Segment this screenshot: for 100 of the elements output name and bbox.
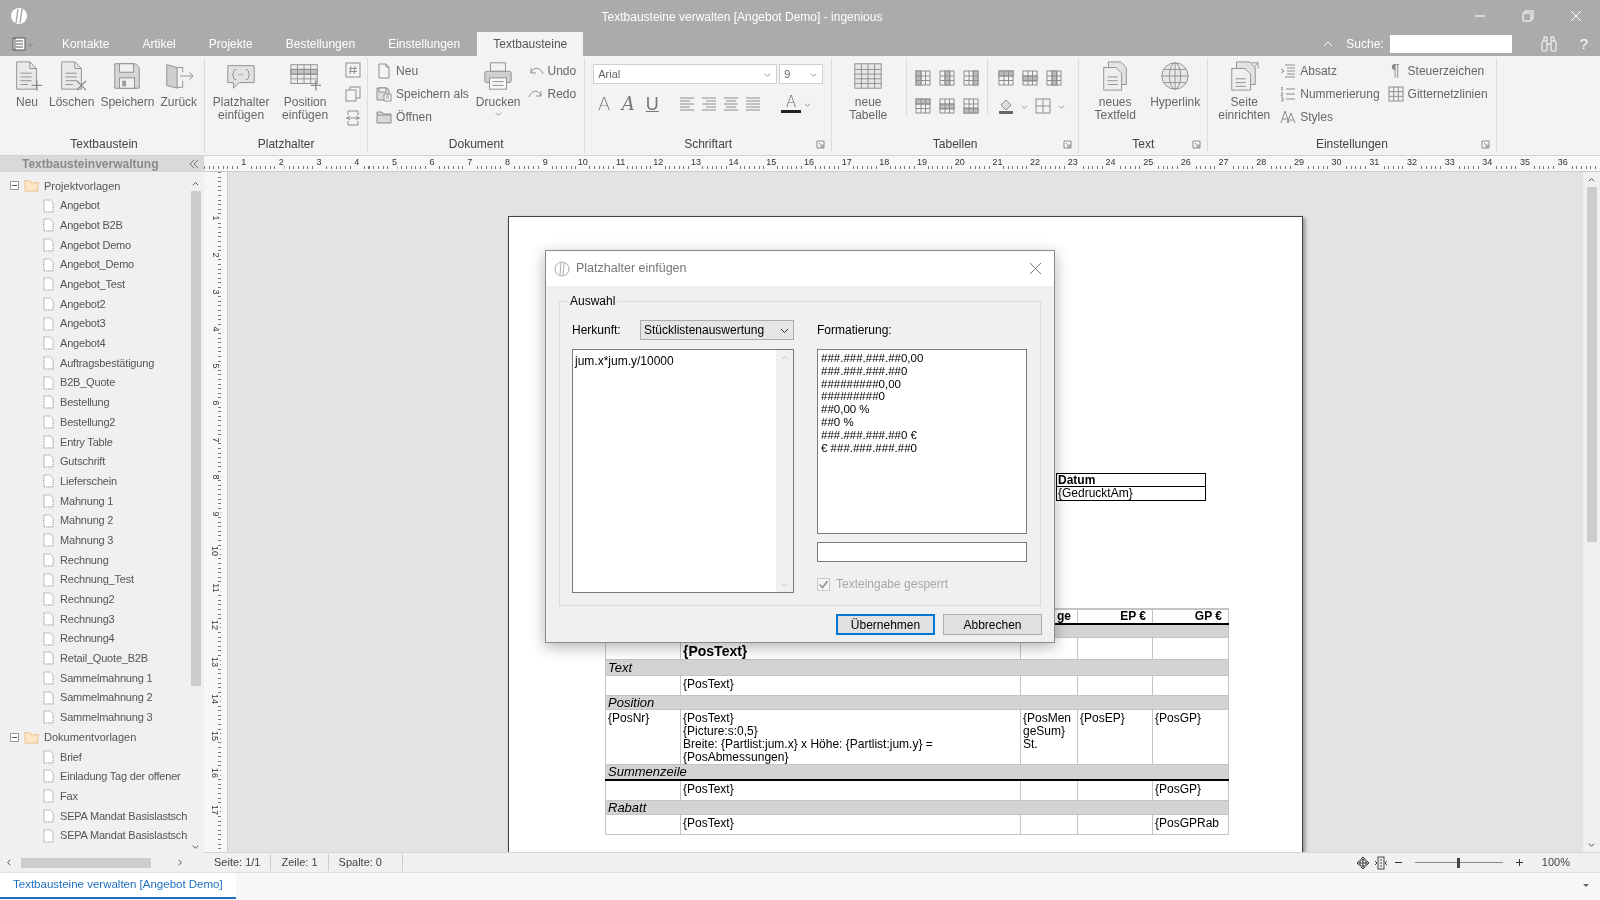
tree-item[interactable]: Dokumentvorlagen [0, 727, 187, 747]
tree-item[interactable]: Bestellung2 [0, 412, 187, 432]
tree-item[interactable]: Angebot Demo [0, 235, 187, 255]
ribbon-button[interactable]: Drucken [472, 58, 524, 118]
tree-item[interactable]: SEPA Mandat Basislastsch [0, 825, 187, 846]
list-item[interactable]: ###.###.###.##0 € [821, 428, 1023, 442]
font-size-field[interactable]: 9 [779, 64, 824, 84]
format-list[interactable]: ###.###.###.##0,00 ###.###.###.##0 #########0,00 #########0 ##0,00 % ##0 % ###.###.###.##0 € € ###.###.###.##0 [817, 349, 1027, 534]
format-button[interactable]: A [617, 94, 640, 114]
tree-item[interactable]: Sammelmahnung 2 [0, 687, 187, 708]
tree-item[interactable]: Rechnung2 [0, 589, 187, 610]
tree-item[interactable]: Sammelmahnung 1 [0, 668, 187, 688]
dialog-button[interactable]: Übernehmen [836, 614, 935, 635]
folder-icon [24, 179, 39, 193]
ribbon-button[interactable]: Hyperlink [1147, 58, 1204, 109]
expression-field[interactable]: jum.x*jum.y/10000 [572, 349, 794, 593]
paint-bucket-icon [998, 98, 1015, 114]
ribbon-button[interactable]: Öffnen [376, 107, 469, 127]
ruler-number: 13 [689, 157, 702, 171]
tree-item[interactable]: Mahnung 1 [0, 491, 187, 511]
tree-item[interactable]: Angebot2 [0, 294, 187, 314]
ribbon-button[interactable]: Position einfügen [273, 58, 338, 122]
ribbon-button[interactable]: Speichern als [376, 84, 469, 104]
list-item[interactable]: € ###.###.###.##0 [821, 441, 1023, 455]
tree-item[interactable]: Angebot_Test [0, 274, 187, 295]
ribbon-button[interactable]: Styles [1280, 107, 1380, 127]
ribbon-button[interactable]: neues Textfeld [1083, 58, 1148, 122]
tree-item[interactable]: SEPA Mandat Basislastsch [0, 806, 187, 826]
list-item[interactable]: #########0,00 [821, 377, 1023, 391]
list-item[interactable]: #########0 [821, 390, 1023, 404]
list-item[interactable]: ##0,00 % [821, 403, 1023, 416]
table-tool[interactable] [937, 68, 958, 88]
tree-item[interactable]: Mahnung 2 [0, 510, 187, 531]
tree-item[interactable]: Rechnung [0, 550, 187, 570]
table-tool[interactable] [937, 96, 958, 116]
table-cell: {PosGP} [1155, 710, 1202, 725]
ribbon-button[interactable]: Neu [376, 61, 469, 81]
format-button[interactable]: A [593, 94, 616, 114]
tree-item[interactable]: Rechnung_Test [0, 569, 187, 590]
table-tool[interactable] [996, 68, 1017, 88]
tree-item[interactable]: Brief [0, 746, 187, 767]
table-tool[interactable] [913, 96, 934, 116]
tree-item[interactable]: Angebot [0, 195, 187, 216]
search-field[interactable] [1389, 35, 1512, 53]
ribbon-button[interactable]: Platzhalter einfügen [209, 58, 274, 122]
tree-item[interactable]: Angebot_Demo [0, 254, 187, 275]
document-tab[interactable]: Textbausteine verwalten [Angebot Demo] [0, 873, 236, 899]
tree-item[interactable]: Einladung Tag der offener [0, 766, 187, 787]
ribbon-button[interactable]: Seite einrichten [1212, 58, 1277, 122]
ruler-number: 1 [210, 215, 221, 221]
table-tool[interactable] [1020, 68, 1041, 88]
format-field[interactable] [817, 542, 1027, 562]
ribbon-button[interactable]: Zurück [157, 58, 201, 109]
tree-item[interactable]: Gutschrift [0, 451, 187, 472]
font-field[interactable]: Arial [593, 64, 778, 84]
tree-item[interactable]: Rechnung3 [0, 609, 187, 629]
tree-item[interactable]: Angebot3 [0, 313, 187, 334]
ribbon-button[interactable]: Gitternetzlinien [1387, 84, 1488, 104]
format-button[interactable]: U [641, 94, 664, 114]
ribbon-button[interactable]: ¶ Steuerzeichen [1387, 61, 1488, 81]
ribbon-button[interactable]: Speichern [97, 58, 158, 109]
font-color-button[interactable]: A [781, 95, 802, 113]
table-tool[interactable] [961, 96, 982, 116]
ribbon-button[interactable]: neue Tabelle [836, 58, 901, 122]
source-dropdown[interactable]: Stücklistenauswertung [640, 320, 794, 340]
ribbon-button[interactable]: Löschen [46, 58, 98, 109]
tree-item[interactable]: Fax [0, 786, 187, 806]
ribbon-button[interactable]: Redo [527, 84, 577, 104]
table-tool[interactable] [1044, 68, 1065, 88]
zoom-slider[interactable] [1414, 856, 1503, 869]
tree-item[interactable]: Entry Table [0, 431, 187, 452]
tree-item[interactable]: Auftragsbestätigung [0, 353, 187, 373]
tree-item[interactable]: Angebot4 [0, 333, 187, 354]
ribbon-button[interactable]: Absatz [1280, 61, 1380, 81]
ribbon-button[interactable]: Undo [527, 61, 577, 81]
document-icon [43, 415, 54, 430]
ruler-number: 3 [210, 289, 221, 295]
tree-item[interactable]: Rechnung4 [0, 628, 187, 649]
dialog-button[interactable]: Abbrechen [943, 614, 1042, 635]
scroll-down-icon [1587, 840, 1596, 849]
slider-thumb[interactable] [1457, 857, 1461, 868]
group-label: Dokument [448, 136, 504, 153]
menu-tab[interactable]: Textbausteine [477, 32, 584, 56]
tree-item[interactable]: Bestellung [0, 392, 187, 413]
tree-item[interactable]: Mahnung 3 [0, 530, 187, 551]
tree-item[interactable]: Angebot B2B [0, 215, 187, 236]
tree-item[interactable]: Lieferschein [0, 471, 187, 491]
table-tool[interactable] [913, 68, 934, 88]
list-item[interactable]: ###.###.###.##0,00 [821, 352, 1023, 365]
ruler-number: 11 [614, 157, 627, 171]
table-tool[interactable] [961, 68, 982, 88]
ruler-number: 4 [210, 326, 221, 332]
tree-item[interactable]: Retail_Quote_B2B [0, 648, 187, 669]
tree-item[interactable]: Projektvorlagen [0, 176, 187, 196]
list-item[interactable]: ##0 % [821, 416, 1023, 429]
tree-item[interactable]: B2B_Quote [0, 372, 187, 393]
tree-item[interactable]: Sammelmahnung 3 [0, 707, 187, 728]
ribbon-button[interactable]: Neu [8, 58, 46, 109]
list-item[interactable]: ###.###.###.##0 [821, 364, 1023, 378]
ribbon-button[interactable]: Nummerierung [1280, 84, 1380, 104]
